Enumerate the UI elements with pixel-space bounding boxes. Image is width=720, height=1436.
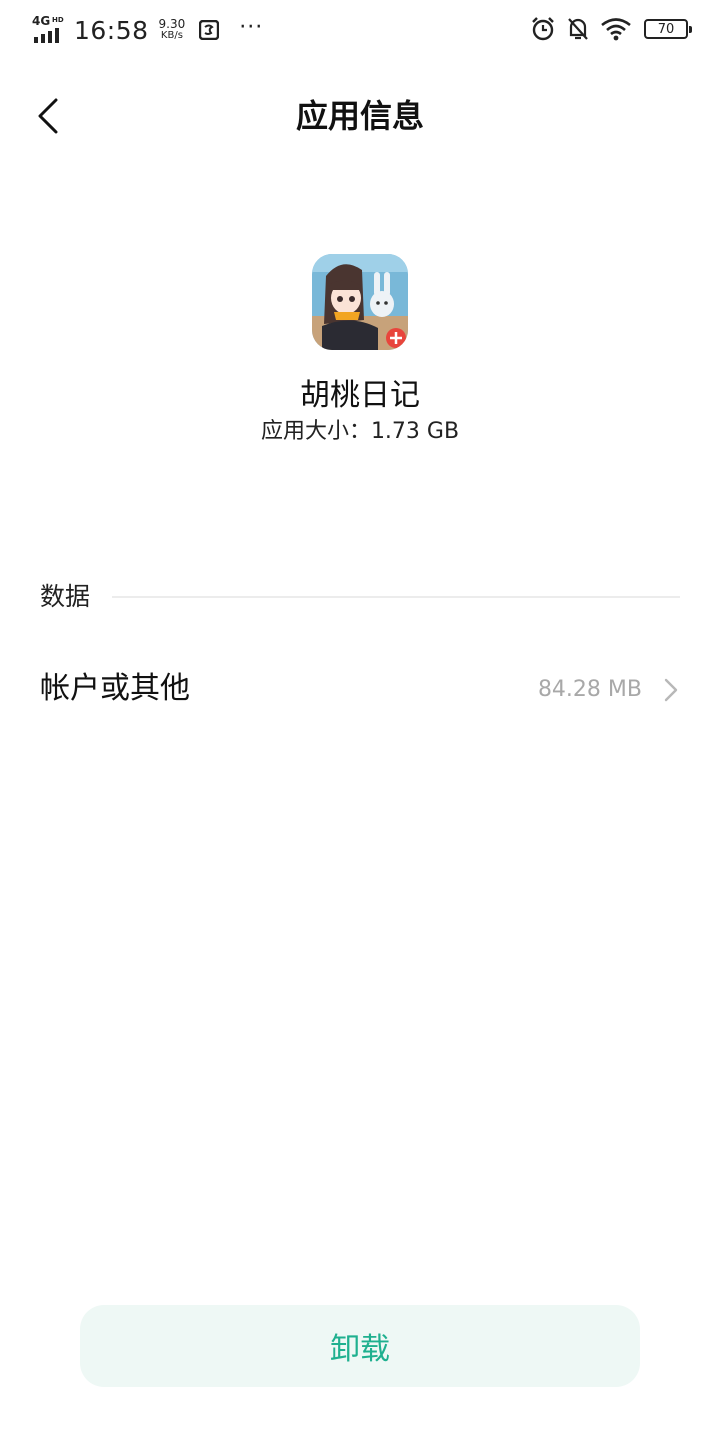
header: 应用信息: [0, 80, 720, 152]
alarm-icon: [532, 17, 554, 41]
page-title: 应用信息: [295, 97, 424, 135]
network-hd-label: HD: [52, 16, 64, 24]
chevron-right-icon: [664, 678, 678, 702]
list-item-value: 84.28 MB: [537, 677, 642, 702]
screenshot-app-icon: [199, 20, 220, 40]
wifi-icon: [601, 18, 631, 41]
app-size: 应用大小：1.73 GB: [260, 419, 460, 444]
list-item-label: 帐户或其他: [40, 671, 190, 706]
list-item-account-other[interactable]: 帐户或其他 84.28 MB: [0, 650, 720, 730]
section-divider: [112, 596, 680, 598]
app-artwork-icon: [312, 254, 408, 350]
cellular-signal-icon: 4G HD: [32, 15, 66, 45]
status-bar: 4G HD 16:58 9.30 KB/s ··· 70: [0, 0, 720, 58]
app-name: 胡桃日记: [300, 378, 420, 413]
battery-icon: 70: [644, 19, 692, 39]
battery-level: 70: [657, 21, 675, 37]
notifications-off-icon: [568, 18, 588, 40]
status-left: 4G HD 16:58 9.30 KB/s ···: [32, 12, 263, 48]
uninstall-button[interactable]: 卸载: [80, 1305, 640, 1387]
network-speed-unit: KB/s: [160, 30, 183, 41]
network-speed-value: 9.30: [158, 17, 186, 31]
more-notifications-icon: ···: [239, 14, 264, 40]
network-type: 4G: [32, 14, 51, 28]
status-time: 16:58: [74, 15, 149, 45]
section-header-data: 数据: [40, 582, 91, 611]
app-icon: [312, 254, 408, 350]
status-right: 70: [520, 14, 692, 44]
network-speed: 9.30 KB/s: [159, 18, 186, 42]
app-info-screen: 4G HD 16:58 9.30 KB/s ··· 70 应用信息 胡桃日记 应…: [0, 0, 720, 1436]
